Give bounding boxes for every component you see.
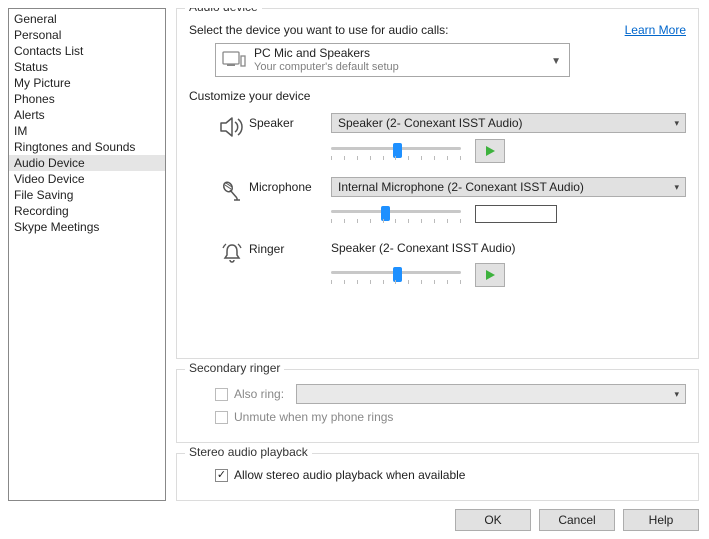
unmute-when-phone-rings-label: Unmute when my phone rings — [234, 410, 393, 424]
sidebar-item-file-saving[interactable]: File Saving — [9, 187, 165, 203]
secondary-ringer-group: Secondary ringer Also ring: ▾ Unmute whe… — [176, 369, 699, 443]
customize-device-label: Customize your device — [189, 89, 686, 103]
category-sidebar: General Personal Contacts List Status My… — [8, 8, 166, 501]
also-ring-dropdown: ▾ — [296, 384, 686, 404]
audio-device-selector[interactable]: PC Mic and Speakers Your computer's defa… — [215, 43, 570, 77]
secondary-ringer-group-title: Secondary ringer — [185, 361, 284, 375]
ringer-label: Ringer — [249, 239, 331, 256]
help-button[interactable]: Help — [623, 509, 699, 531]
sidebar-item-im[interactable]: IM — [9, 123, 165, 139]
unmute-when-phone-rings-checkbox — [215, 411, 228, 424]
sidebar-item-contacts-list[interactable]: Contacts List — [9, 43, 165, 59]
speaker-icon — [215, 116, 249, 138]
microphone-level-meter — [475, 205, 557, 223]
speaker-volume-slider[interactable] — [331, 140, 461, 162]
speaker-test-play-button[interactable] — [475, 139, 505, 163]
sidebar-item-alerts[interactable]: Alerts — [9, 107, 165, 123]
sidebar-item-my-picture[interactable]: My Picture — [9, 75, 165, 91]
dialog-footer: OK Cancel Help — [8, 501, 699, 531]
audio-device-instruction: Select the device you want to use for au… — [189, 23, 448, 37]
selected-device-name: PC Mic and Speakers — [254, 46, 399, 60]
microphone-label: Microphone — [249, 177, 331, 194]
microphone-icon — [215, 180, 249, 204]
stereo-playback-group: Stereo audio playback Allow stereo audio… — [176, 453, 699, 501]
audio-device-group-title: Audio device — [185, 8, 262, 14]
ringer-icon — [215, 242, 249, 264]
sidebar-item-recording[interactable]: Recording — [9, 203, 165, 219]
speaker-label: Speaker — [249, 113, 331, 130]
allow-stereo-checkbox[interactable] — [215, 469, 228, 482]
allow-stereo-label: Allow stereo audio playback when availab… — [234, 468, 465, 482]
speaker-dropdown[interactable]: Speaker (2- Conexant ISST Audio) ▾ — [331, 113, 686, 133]
chevron-down-icon: ▼ — [551, 56, 561, 67]
microphone-dropdown-value: Internal Microphone (2- Conexant ISST Au… — [338, 180, 584, 194]
sidebar-item-personal[interactable]: Personal — [9, 27, 165, 43]
also-ring-checkbox[interactable] — [215, 388, 228, 401]
selected-device-desc: Your computer's default setup — [254, 60, 399, 74]
ringer-volume-slider[interactable] — [331, 264, 461, 286]
chevron-down-icon: ▾ — [674, 389, 679, 400]
microphone-dropdown[interactable]: Internal Microphone (2- Conexant ISST Au… — [331, 177, 686, 197]
chevron-down-icon: ▾ — [674, 182, 679, 193]
ringer-value: Speaker (2- Conexant ISST Audio) — [331, 239, 686, 257]
learn-more-link[interactable]: Learn More — [625, 23, 686, 37]
sidebar-item-status[interactable]: Status — [9, 59, 165, 75]
also-ring-label: Also ring: — [234, 387, 284, 401]
audio-device-group: Audio device Select the device you want … — [176, 8, 699, 359]
sidebar-item-audio-device[interactable]: Audio Device — [9, 155, 165, 171]
microphone-volume-slider[interactable] — [331, 203, 461, 225]
sidebar-item-general[interactable]: General — [9, 11, 165, 27]
sidebar-item-phones[interactable]: Phones — [9, 91, 165, 107]
pc-device-icon — [222, 49, 246, 71]
stereo-playback-group-title: Stereo audio playback — [185, 445, 312, 459]
speaker-dropdown-value: Speaker (2- Conexant ISST Audio) — [338, 116, 523, 130]
ringer-test-play-button[interactable] — [475, 263, 505, 287]
cancel-button[interactable]: Cancel — [539, 509, 615, 531]
chevron-down-icon: ▾ — [674, 118, 679, 129]
sidebar-item-skype-meetings[interactable]: Skype Meetings — [9, 219, 165, 235]
ok-button[interactable]: OK — [455, 509, 531, 531]
sidebar-item-video-device[interactable]: Video Device — [9, 171, 165, 187]
sidebar-item-ringtones-sounds[interactable]: Ringtones and Sounds — [9, 139, 165, 155]
